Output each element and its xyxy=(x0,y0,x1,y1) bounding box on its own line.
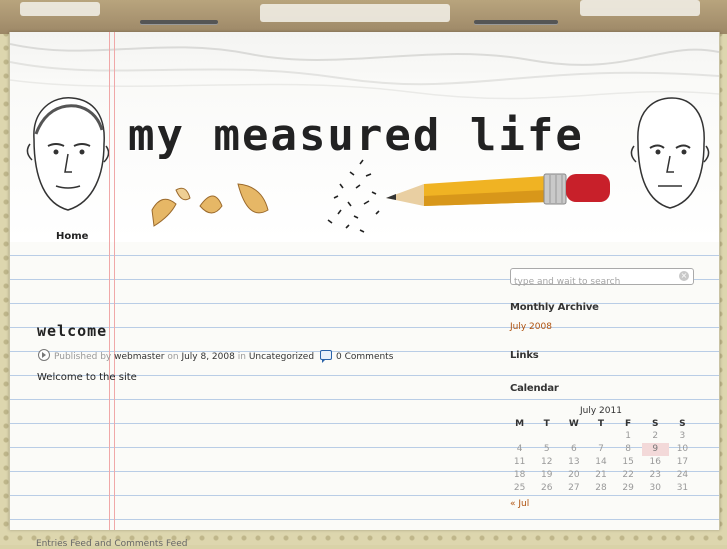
post-title[interactable]: welcome xyxy=(37,322,107,340)
calendar-prev-month-link[interactable]: « Jul xyxy=(510,499,529,509)
monthly-archive-heading: Monthly Archive xyxy=(510,302,599,313)
header-banner: my measured life Home xyxy=(10,32,719,242)
calendar-weekday: T xyxy=(543,418,550,429)
post-body: Welcome to the site xyxy=(37,372,137,383)
calendar-day: 16 xyxy=(649,456,661,467)
calendar-day: 25 xyxy=(513,482,526,493)
calendar-day: 24 xyxy=(676,469,689,480)
calendar-empty-cell xyxy=(533,430,560,443)
calendar-day: 3 xyxy=(679,431,686,442)
comment-bubble-icon xyxy=(320,350,333,363)
calendar-day: 8 xyxy=(625,444,631,455)
calendar-week-row: 25 26 27 28 29 30 31 xyxy=(506,481,696,494)
calendar-day: 22 xyxy=(622,469,634,480)
calendar-day: 11 xyxy=(513,456,526,467)
search-input[interactable] xyxy=(511,274,674,290)
calendar-day: 1 xyxy=(625,431,631,442)
calendar-weekday: S xyxy=(679,418,686,429)
graphite-dust-icon xyxy=(327,159,380,233)
margin-line xyxy=(114,32,115,530)
pencil-shavings-icon xyxy=(151,183,269,227)
calendar-day: 17 xyxy=(676,456,689,467)
paper-tear xyxy=(260,4,450,22)
calendar-day: 10 xyxy=(676,444,689,455)
calendar-day: 30 xyxy=(649,482,661,493)
calendar-day: 6 xyxy=(570,444,577,455)
nav-item-home[interactable]: Home xyxy=(56,231,88,242)
right-face-sketch-icon xyxy=(630,97,710,209)
calendar-day: 12 xyxy=(540,456,553,467)
meta-on: on xyxy=(167,352,179,362)
calendar-day: 18 xyxy=(513,469,526,480)
main-nav: Home xyxy=(56,231,88,242)
calendar-caption: July 2011 xyxy=(580,406,622,416)
calendar-week-row: 18 19 20 21 22 23 24 xyxy=(506,468,696,481)
calendar-day: 31 xyxy=(676,482,689,493)
calendar-day: 20 xyxy=(568,469,580,480)
calendar-day: 21 xyxy=(595,469,607,480)
footer-feed-links[interactable]: Entries Feed and Comments Feed xyxy=(36,539,187,549)
calendar-day: 28 xyxy=(595,482,607,493)
calendar-weekday: S xyxy=(652,418,659,429)
calendar-day: 29 xyxy=(622,482,634,493)
calendar-day: 9 xyxy=(641,442,669,456)
site-title[interactable]: my measured life xyxy=(128,110,584,161)
calendar-weekday: T xyxy=(597,418,605,429)
calendar-day: 4 xyxy=(516,444,523,455)
notebook-paper: my measured life Home welcome Published … xyxy=(9,32,720,530)
clear-search-icon[interactable]: × xyxy=(679,271,689,281)
calendar-weekday: F xyxy=(625,418,632,429)
calendar-day: 14 xyxy=(595,456,607,467)
search-box[interactable]: × xyxy=(510,268,694,290)
cardboard-strip xyxy=(0,0,727,34)
post-author-link[interactable]: webmaster xyxy=(114,352,164,362)
archive-link-july-2008[interactable]: July 2008 xyxy=(510,322,552,332)
calendar-week-row: 4 5 6 7 8 9 10 xyxy=(506,442,696,456)
calendar-day: 7 xyxy=(598,444,604,455)
calendar-empty-cell xyxy=(506,430,533,443)
post-category-link[interactable]: Uncategorized xyxy=(249,352,314,362)
calendar-day: 15 xyxy=(622,456,634,467)
calendar-week-row: 11 12 13 14 15 16 17 xyxy=(506,456,696,469)
calendar-day: 23 xyxy=(649,469,661,480)
calendar-day: 13 xyxy=(568,456,580,467)
calendar-weekday: W xyxy=(568,418,579,429)
calendar-day: 26 xyxy=(540,482,553,493)
margin-line xyxy=(109,32,110,530)
left-face-sketch-icon xyxy=(26,97,110,211)
staple-icon xyxy=(474,20,558,24)
post-meta: Published by webmaster on July 8, 2008 i… xyxy=(38,349,393,363)
calendar-day: 5 xyxy=(543,444,550,455)
post-comments-link[interactable]: 0 Comments xyxy=(336,352,393,362)
calendar-week-row: 1 2 3 xyxy=(506,430,696,443)
pencil-icon xyxy=(386,173,610,206)
calendar-empty-cell xyxy=(587,430,614,443)
meta-in: in xyxy=(237,352,246,362)
calendar-table: July 2011 MTWTFSS 1 2 3 4 5 6 7 8 9 10 11 12 13 14 15 1… xyxy=(506,406,696,494)
staple-icon xyxy=(140,20,218,24)
calendar-weekday: M xyxy=(515,418,525,429)
calendar-day: 2 xyxy=(652,431,659,442)
calendar-day: 27 xyxy=(568,482,580,493)
links-heading: Links xyxy=(510,350,539,361)
calendar-heading: Calendar xyxy=(510,383,559,394)
meta-published-by: Published by xyxy=(54,352,112,362)
clock-play-icon xyxy=(38,349,50,361)
post-date: July 8, 2008 xyxy=(181,352,235,362)
calendar-day: 19 xyxy=(540,469,553,480)
paper-tear xyxy=(580,0,700,16)
torn-paper-edge xyxy=(10,43,719,100)
calendar-empty-cell xyxy=(560,430,587,443)
paper-tear xyxy=(20,2,100,16)
